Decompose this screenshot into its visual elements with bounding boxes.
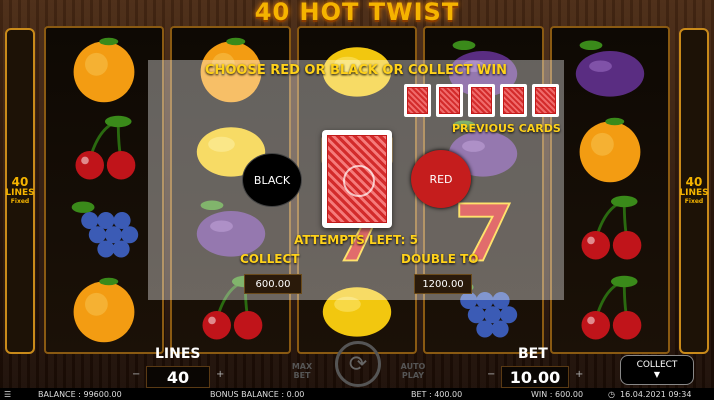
balance: BALANCE : 99600.00 bbox=[38, 389, 122, 399]
black-button[interactable]: BLACK bbox=[242, 153, 302, 207]
game-stage: 40 HOT TWIST 40 LINES Fixed 40 LINES Fix… bbox=[0, 0, 714, 400]
win: WIN : 600.00 bbox=[531, 389, 584, 399]
double-to-value: 1200.00 bbox=[414, 274, 472, 294]
card-back bbox=[327, 135, 387, 223]
bet-value: 10.00 bbox=[501, 366, 569, 388]
status-bar: ☰ BALANCE : 99600.00 BONUS BALANCE : 0.0… bbox=[0, 388, 714, 400]
previous-card bbox=[404, 84, 431, 117]
total-bet: BET : 400.00 bbox=[411, 389, 463, 399]
gamble-card bbox=[322, 130, 392, 228]
auto-play-button[interactable]: AUTO PLAY bbox=[396, 362, 430, 380]
lines-number-right: 40 bbox=[685, 175, 703, 189]
lines-minus-button[interactable]: − bbox=[132, 369, 140, 380]
gamble-prompt: CHOOSE RED OR BLACK OR COLLECT WIN bbox=[204, 63, 508, 78]
reel-5 bbox=[549, 26, 671, 354]
lines-label-right: LINES bbox=[679, 188, 709, 198]
previous-card bbox=[500, 84, 527, 117]
previous-card bbox=[532, 84, 559, 117]
attempts-left: ATTEMPTS LEFT: 5 bbox=[294, 233, 418, 247]
plum-icon bbox=[562, 32, 658, 108]
collect-value: 600.00 bbox=[244, 274, 302, 294]
lines-plus-button[interactable]: + bbox=[216, 369, 224, 380]
bonus-balance: BONUS BALANCE : 0.00 bbox=[210, 389, 305, 399]
collect-label: COLLECT bbox=[240, 252, 300, 266]
orange-icon bbox=[562, 112, 658, 188]
spin-button[interactable]: ⟳ bbox=[335, 341, 381, 387]
date-time: 16.04.2021 09:34 bbox=[620, 389, 692, 399]
orange-icon bbox=[56, 32, 152, 108]
menu-icon[interactable]: ☰ bbox=[4, 390, 11, 399]
bet-plus-button[interactable]: + bbox=[575, 369, 583, 380]
previous-cards-label: PREVIOUS CARDS bbox=[452, 122, 561, 135]
spin-icon: ⟳ bbox=[348, 351, 368, 377]
collect-button-label: COLLECT bbox=[636, 360, 678, 370]
lines-indicator-right: 40 LINES Fixed bbox=[679, 28, 709, 354]
chevron-down-icon: ▼ bbox=[653, 370, 661, 379]
lines-number-left: 40 bbox=[11, 175, 29, 189]
game-title: 40 HOT TWIST bbox=[254, 0, 460, 26]
bet-label: BET bbox=[518, 346, 548, 362]
clock-icon: ◷ bbox=[608, 389, 615, 399]
reel-1 bbox=[44, 26, 165, 354]
previous-card bbox=[436, 84, 463, 117]
cherries-icon bbox=[562, 192, 658, 268]
max-bet-button[interactable]: MAX BET bbox=[287, 362, 317, 380]
double-to-label: DOUBLE TO bbox=[401, 252, 479, 266]
collect-button[interactable]: COLLECT ▼ bbox=[620, 355, 694, 385]
lines-fixed-right: Fixed bbox=[684, 198, 704, 205]
lines-fixed-left: Fixed bbox=[10, 198, 30, 205]
previous-card bbox=[468, 84, 495, 117]
red-button[interactable]: RED bbox=[411, 150, 471, 208]
lines-label: LINES bbox=[155, 346, 201, 362]
lines-label-left: LINES bbox=[5, 188, 35, 198]
bet-minus-button[interactable]: − bbox=[487, 369, 495, 380]
cherries-icon bbox=[562, 272, 658, 348]
orange-icon bbox=[56, 272, 152, 348]
cherries-icon bbox=[56, 112, 152, 188]
lines-indicator-left: 40 LINES Fixed bbox=[5, 28, 35, 354]
lines-value: 40 bbox=[146, 366, 210, 388]
grapes-icon bbox=[56, 192, 152, 268]
previous-cards bbox=[404, 84, 559, 117]
